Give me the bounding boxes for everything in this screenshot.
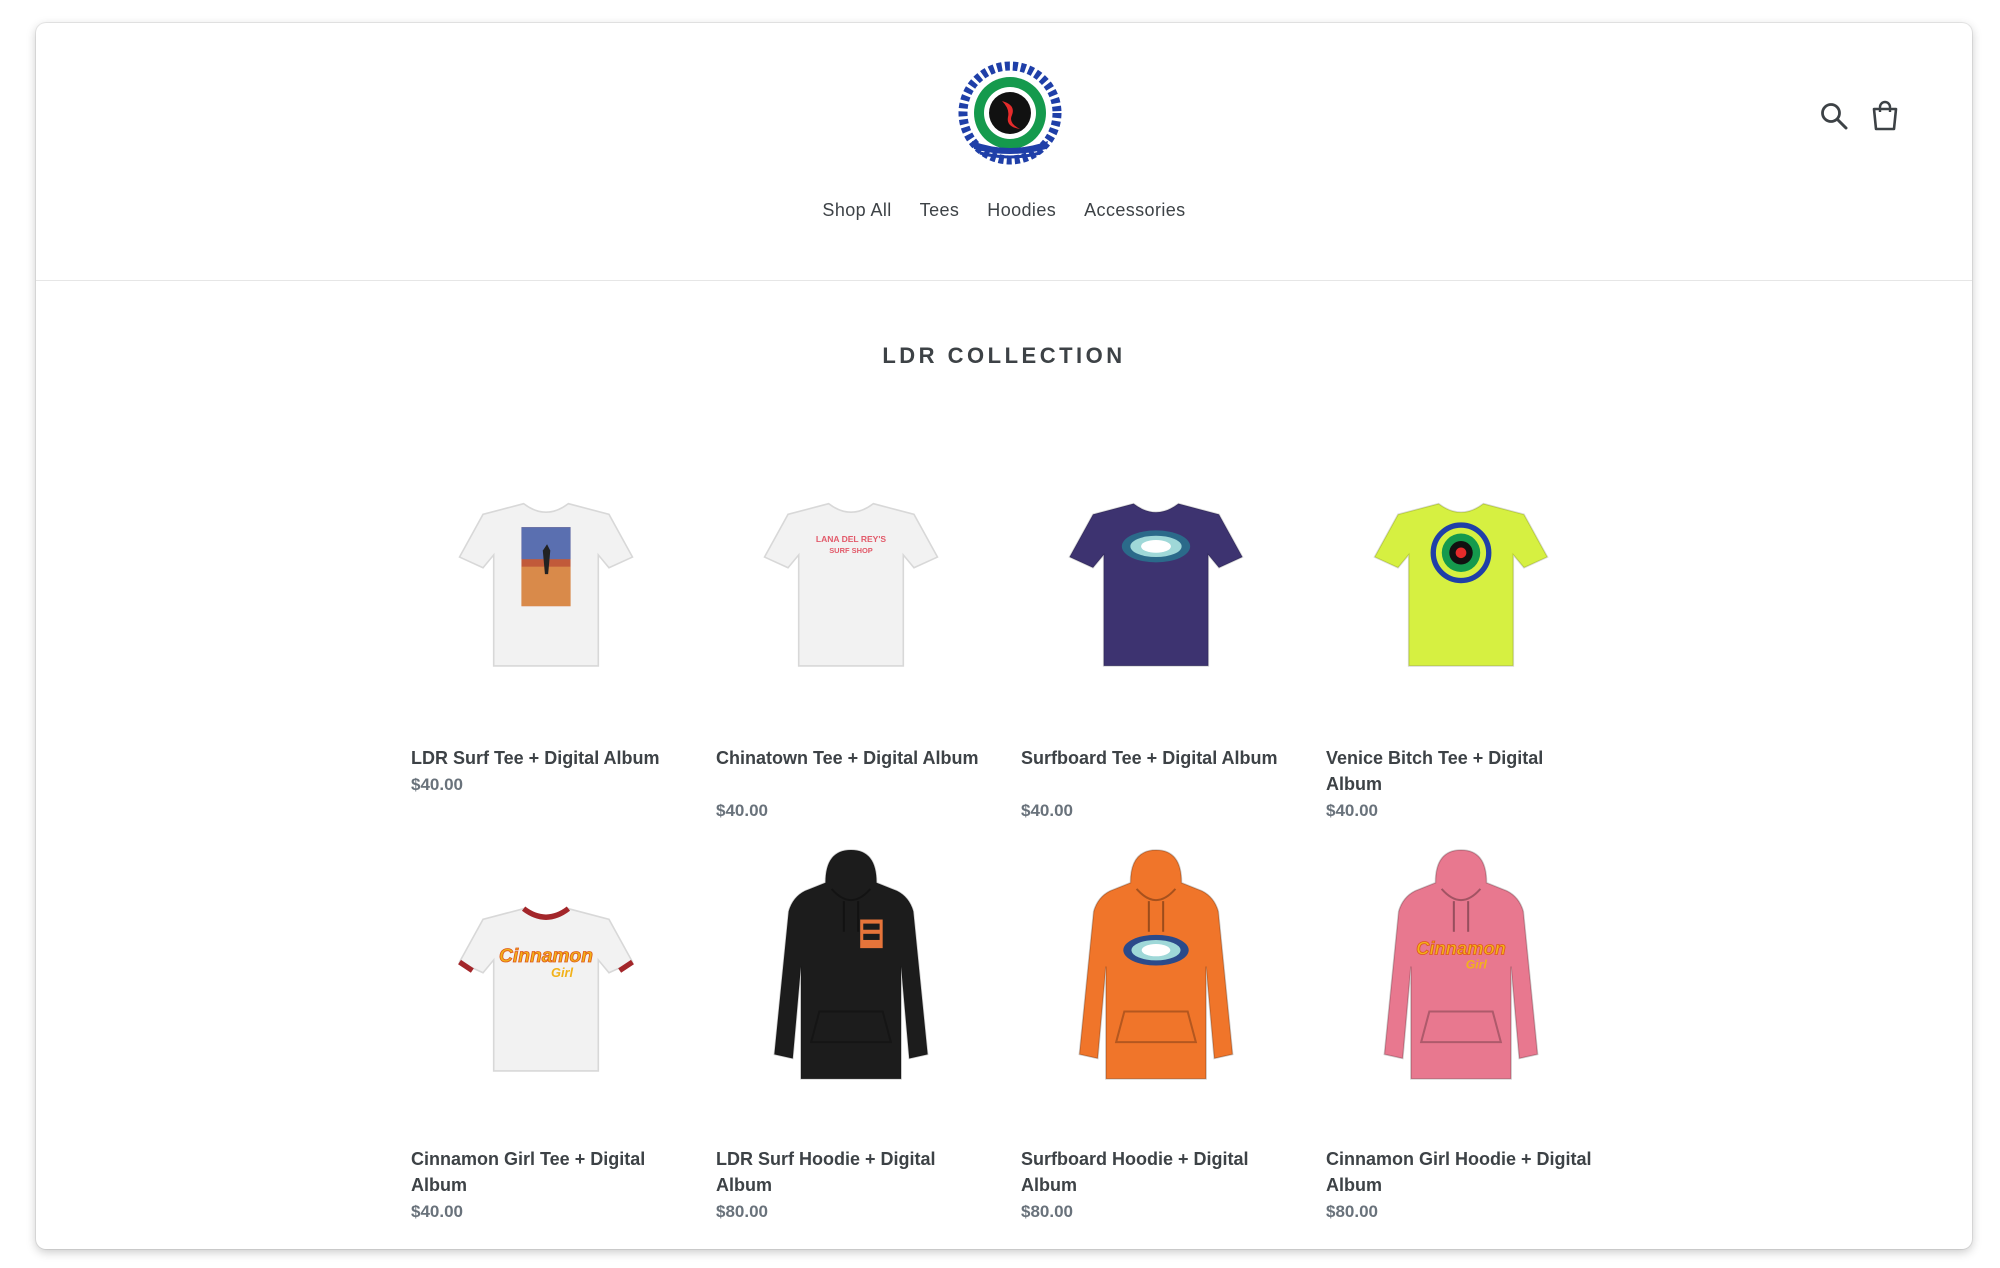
tee-product-image[interactable] [1061,483,1251,693]
search-icon[interactable] [1819,101,1849,131]
nav-shop-all[interactable]: Shop All [822,200,891,221]
tee-product-image[interactable]: LANA DEL REY'S SURF SHOP [756,483,946,693]
product-price: $80.00 [1021,1202,1073,1221]
product-title[interactable]: Chinatown Tee + Digital Album [716,745,986,771]
site-header: Shop All Tees Hoodies Accessories [36,23,1972,281]
nav-hoodies[interactable]: Hoodies [987,200,1056,221]
store-window: Shop All Tees Hoodies Accessories LDR CO… [36,23,1972,1249]
store-logo[interactable] [958,61,1062,165]
svg-text:Girl: Girl [1466,958,1488,972]
product-title[interactable]: Venice Bitch Tee + Digital Album [1326,745,1596,797]
product-title[interactable]: LDR Surf Hoodie + Digital Album [716,1146,986,1198]
product-price: $80.00 [716,1202,768,1221]
tee-product-image[interactable] [1366,483,1556,693]
nav-accessories[interactable]: Accessories [1084,200,1185,221]
svg-text:Girl: Girl [551,965,573,980]
svg-text:LANA DEL REY'S: LANA DEL REY'S [816,534,886,544]
product-title[interactable]: Surfboard Hoodie + Digital Album [1021,1146,1291,1198]
product-title[interactable]: Surfboard Tee + Digital Album [1021,745,1291,771]
product-price: $40.00 [411,1202,463,1221]
product-title[interactable]: Cinnamon Girl Hoodie + Digital Album [1326,1146,1596,1198]
hoodie-product-image[interactable] [756,848,946,1080]
nav-tees[interactable]: Tees [920,200,960,221]
product-title[interactable]: LDR Surf Tee + Digital Album [411,745,681,771]
collection-title: LDR COLLECTION [882,343,1126,368]
tee-product-image[interactable] [451,483,641,693]
product-price: $80.00 [1326,1202,1378,1221]
product-price: $40.00 [411,775,463,794]
hoodie-product-image[interactable] [1061,848,1251,1080]
svg-text:SURF SHOP: SURF SHOP [829,546,873,555]
product-price: $40.00 [716,801,768,820]
product-title[interactable]: Cinnamon Girl Tee + Digital Album [411,1146,681,1198]
shopping-bag-icon[interactable] [1870,99,1900,131]
svg-text:Cinnamon: Cinnamon [1416,937,1506,958]
product-price: $40.00 [1021,801,1073,820]
product-price: $40.00 [1326,801,1378,820]
tee-product-image[interactable]: Cinnamon Girl [451,888,641,1098]
svg-text:Cinnamon: Cinnamon [499,946,593,967]
hoodie-product-image[interactable]: Cinnamon Girl [1366,848,1556,1080]
main-nav: Shop All Tees Hoodies Accessories [36,200,1972,221]
